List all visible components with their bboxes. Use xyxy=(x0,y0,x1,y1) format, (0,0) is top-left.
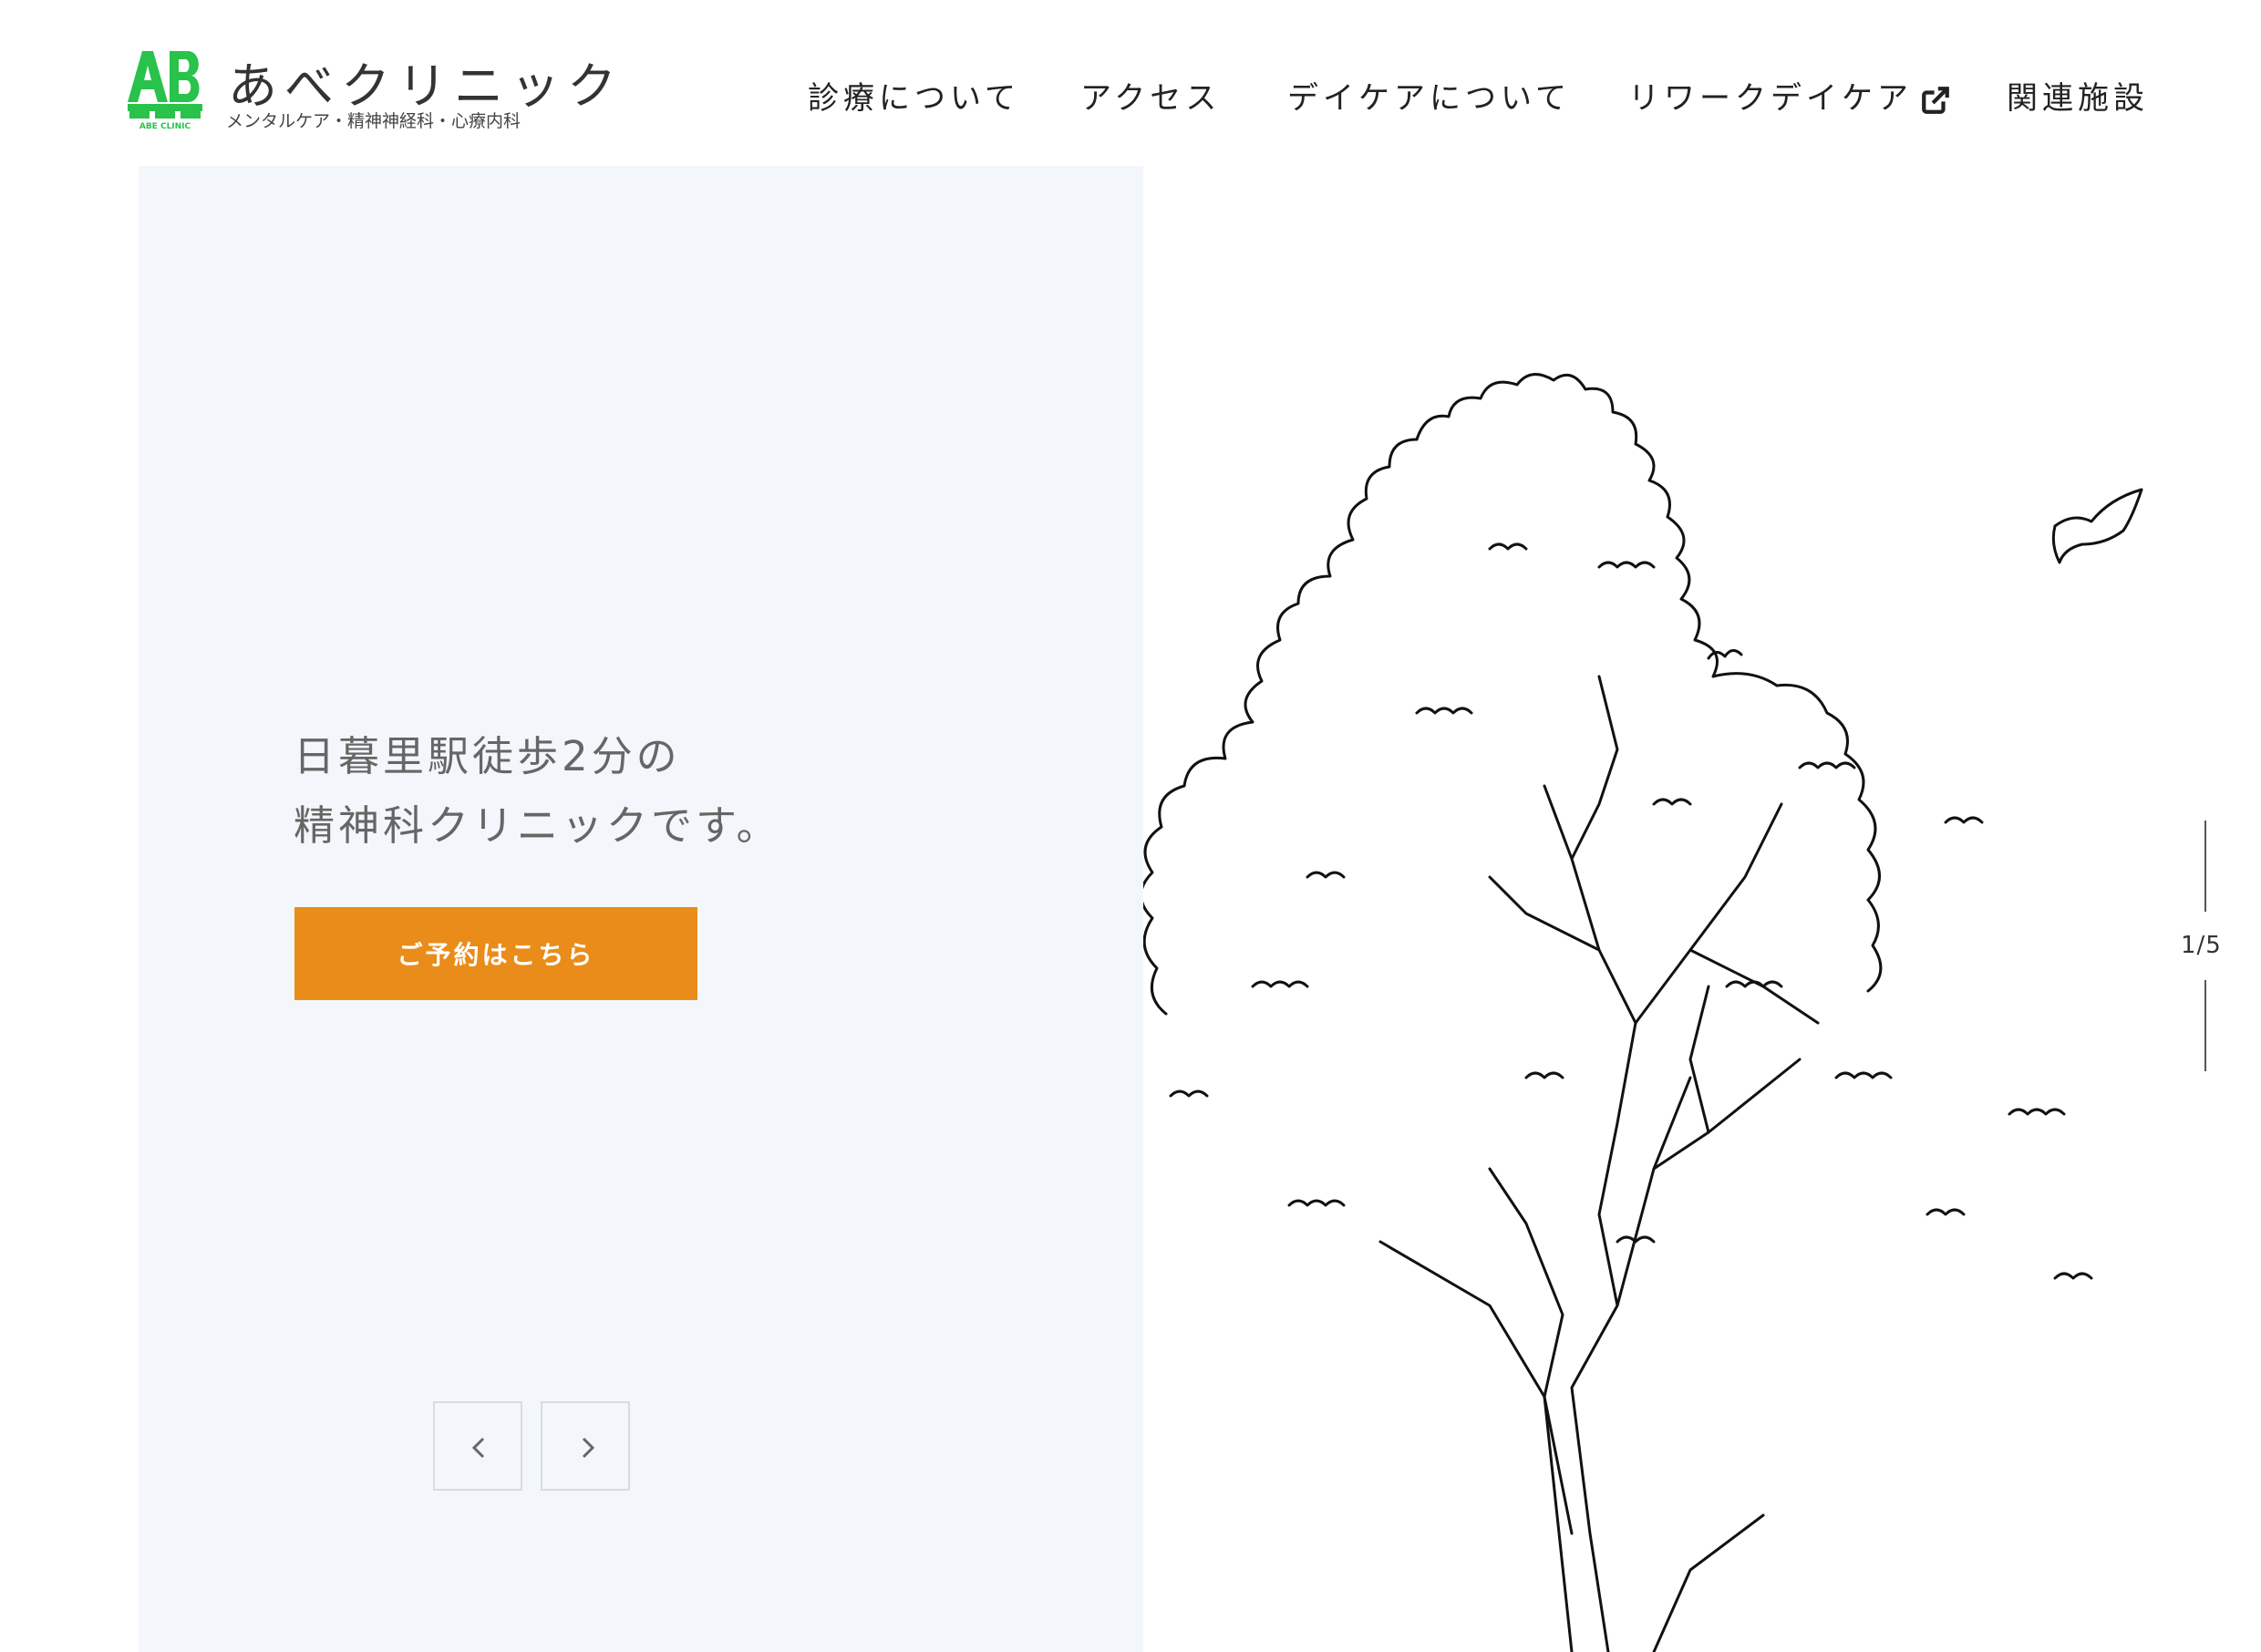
tree-illustration xyxy=(1143,373,2143,1652)
site-header: ABE CLINIC あべクリニック メンタルケア・精神神経科・心療内科 診療に… xyxy=(0,0,2261,164)
hero-line-2: 精神科クリニックです。 xyxy=(294,801,781,850)
chevron-right-icon xyxy=(582,1437,595,1459)
slide-counter: 1/5 xyxy=(2181,932,2222,959)
nav-item-medical[interactable]: 診療について xyxy=(808,73,1020,118)
logo-caption: ABE CLINIC xyxy=(139,122,191,129)
nav-item-rework-label: リワークデイケア xyxy=(1628,80,1913,117)
external-link-icon xyxy=(1922,86,1949,114)
chevron-left-icon xyxy=(471,1437,485,1459)
hero-heading: 日暮里駅徒歩2分の 精神科クリニックです。 xyxy=(294,722,781,861)
slide-next-button[interactable] xyxy=(541,1401,630,1491)
counter-line-bottom xyxy=(2204,980,2206,1071)
nav-item-rework-daycare[interactable]: リワークデイケア xyxy=(1628,73,1951,118)
nav-item-daycare[interactable]: デイケアについて xyxy=(1287,73,1571,118)
hero-slide-image xyxy=(1143,166,2148,1652)
hero-line-1: 日暮里駅徒歩2分の xyxy=(294,732,681,780)
main-nav: 診療について アクセス デイケアについて リワークデイケア 関連施設 xyxy=(0,64,2261,119)
nav-item-access[interactable]: アクセス xyxy=(1080,73,1221,118)
reservation-button[interactable]: ご予約はこちら xyxy=(294,907,697,1000)
nav-item-related-facilities[interactable]: 関連施設 xyxy=(2007,73,2149,118)
counter-line-top xyxy=(2204,821,2206,912)
slide-prev-button[interactable] xyxy=(433,1401,522,1491)
